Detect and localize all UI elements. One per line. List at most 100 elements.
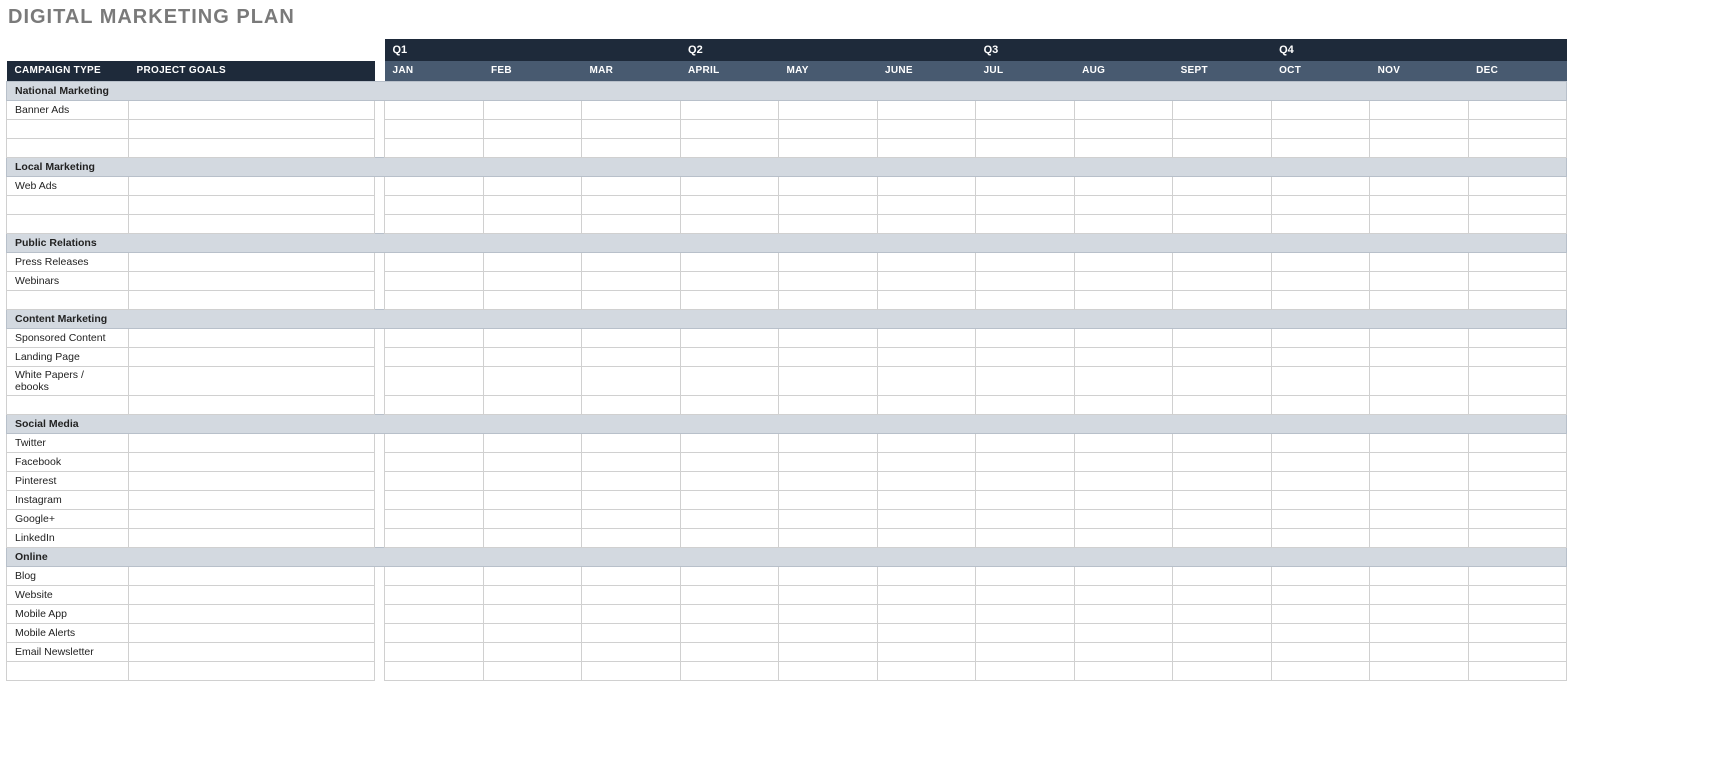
cell-month[interactable]: [483, 585, 582, 604]
cell-month[interactable]: [779, 100, 878, 119]
cell-month[interactable]: [483, 395, 582, 414]
cell-month[interactable]: [1468, 290, 1567, 309]
cell-month[interactable]: [877, 585, 976, 604]
cell-month[interactable]: [385, 661, 484, 680]
cell-month[interactable]: [385, 471, 484, 490]
cell-month[interactable]: [976, 138, 1075, 157]
cell-project-goals[interactable]: [129, 138, 375, 157]
cell-month[interactable]: [1173, 433, 1272, 452]
cell-month[interactable]: [483, 433, 582, 452]
cell-project-goals[interactable]: [129, 490, 375, 509]
cell-month[interactable]: [680, 138, 779, 157]
cell-month[interactable]: [1370, 366, 1469, 395]
cell-month[interactable]: [976, 661, 1075, 680]
cell-month[interactable]: [483, 642, 582, 661]
cell-month[interactable]: [976, 100, 1075, 119]
cell-month[interactable]: [1173, 604, 1272, 623]
cell-month[interactable]: [483, 290, 582, 309]
cell-project-goals[interactable]: [129, 395, 375, 414]
cell-month[interactable]: [680, 623, 779, 642]
cell-month[interactable]: [779, 452, 878, 471]
cell-month[interactable]: [680, 271, 779, 290]
cell-month[interactable]: [1074, 433, 1173, 452]
cell-month[interactable]: [1370, 509, 1469, 528]
cell-project-goals[interactable]: [129, 661, 375, 680]
cell-month[interactable]: [680, 252, 779, 271]
cell-project-goals[interactable]: [129, 119, 375, 138]
cell-month[interactable]: [680, 328, 779, 347]
cell-month[interactable]: [877, 138, 976, 157]
cell-month[interactable]: [385, 290, 484, 309]
cell-month[interactable]: [779, 604, 878, 623]
cell-month[interactable]: [385, 328, 484, 347]
cell-campaign-type[interactable]: Mobile Alerts: [7, 623, 129, 642]
cell-month[interactable]: [1271, 490, 1370, 509]
cell-month[interactable]: [582, 585, 681, 604]
cell-month[interactable]: [1468, 214, 1567, 233]
cell-month[interactable]: [877, 176, 976, 195]
cell-month[interactable]: [1074, 642, 1173, 661]
cell-month[interactable]: [680, 214, 779, 233]
cell-month[interactable]: [877, 252, 976, 271]
cell-month[interactable]: [1370, 176, 1469, 195]
cell-campaign-type[interactable]: Website: [7, 585, 129, 604]
cell-month[interactable]: [680, 395, 779, 414]
cell-month[interactable]: [1468, 452, 1567, 471]
cell-month[interactable]: [680, 195, 779, 214]
cell-campaign-type[interactable]: Email Newsletter: [7, 642, 129, 661]
cell-month[interactable]: [877, 604, 976, 623]
cell-month[interactable]: [1370, 195, 1469, 214]
cell-month[interactable]: [680, 433, 779, 452]
cell-month[interactable]: [1271, 290, 1370, 309]
cell-month[interactable]: [779, 471, 878, 490]
cell-month[interactable]: [1370, 347, 1469, 366]
cell-month[interactable]: [877, 214, 976, 233]
cell-month[interactable]: [582, 490, 681, 509]
cell-month[interactable]: [1271, 100, 1370, 119]
cell-month[interactable]: [877, 100, 976, 119]
cell-month[interactable]: [680, 642, 779, 661]
cell-month[interactable]: [1074, 252, 1173, 271]
cell-month[interactable]: [976, 290, 1075, 309]
cell-month[interactable]: [976, 642, 1075, 661]
cell-month[interactable]: [1173, 214, 1272, 233]
cell-month[interactable]: [582, 119, 681, 138]
cell-month[interactable]: [877, 566, 976, 585]
cell-month[interactable]: [483, 252, 582, 271]
cell-month[interactable]: [779, 509, 878, 528]
cell-month[interactable]: [1173, 452, 1272, 471]
cell-month[interactable]: [483, 138, 582, 157]
cell-project-goals[interactable]: [129, 328, 375, 347]
cell-month[interactable]: [779, 623, 878, 642]
cell-month[interactable]: [779, 528, 878, 547]
cell-campaign-type[interactable]: Landing Page: [7, 347, 129, 366]
cell-month[interactable]: [1271, 452, 1370, 471]
cell-month[interactable]: [1468, 328, 1567, 347]
cell-month[interactable]: [976, 623, 1075, 642]
cell-month[interactable]: [1468, 528, 1567, 547]
cell-project-goals[interactable]: [129, 100, 375, 119]
cell-month[interactable]: [1074, 566, 1173, 585]
cell-month[interactable]: [1370, 642, 1469, 661]
cell-month[interactable]: [1468, 366, 1567, 395]
cell-month[interactable]: [385, 100, 484, 119]
cell-month[interactable]: [1074, 604, 1173, 623]
cell-month[interactable]: [385, 214, 484, 233]
cell-month[interactable]: [582, 271, 681, 290]
cell-project-goals[interactable]: [129, 176, 375, 195]
cell-month[interactable]: [1074, 290, 1173, 309]
cell-month[interactable]: [779, 366, 878, 395]
cell-month[interactable]: [877, 347, 976, 366]
cell-month[interactable]: [976, 528, 1075, 547]
cell-month[interactable]: [483, 214, 582, 233]
cell-month[interactable]: [779, 195, 878, 214]
cell-month[interactable]: [483, 604, 582, 623]
cell-campaign-type[interactable]: [7, 195, 129, 214]
cell-month[interactable]: [1370, 452, 1469, 471]
cell-month[interactable]: [582, 642, 681, 661]
cell-month[interactable]: [779, 119, 878, 138]
cell-month[interactable]: [779, 585, 878, 604]
cell-month[interactable]: [1173, 509, 1272, 528]
cell-month[interactable]: [877, 528, 976, 547]
cell-project-goals[interactable]: [129, 271, 375, 290]
